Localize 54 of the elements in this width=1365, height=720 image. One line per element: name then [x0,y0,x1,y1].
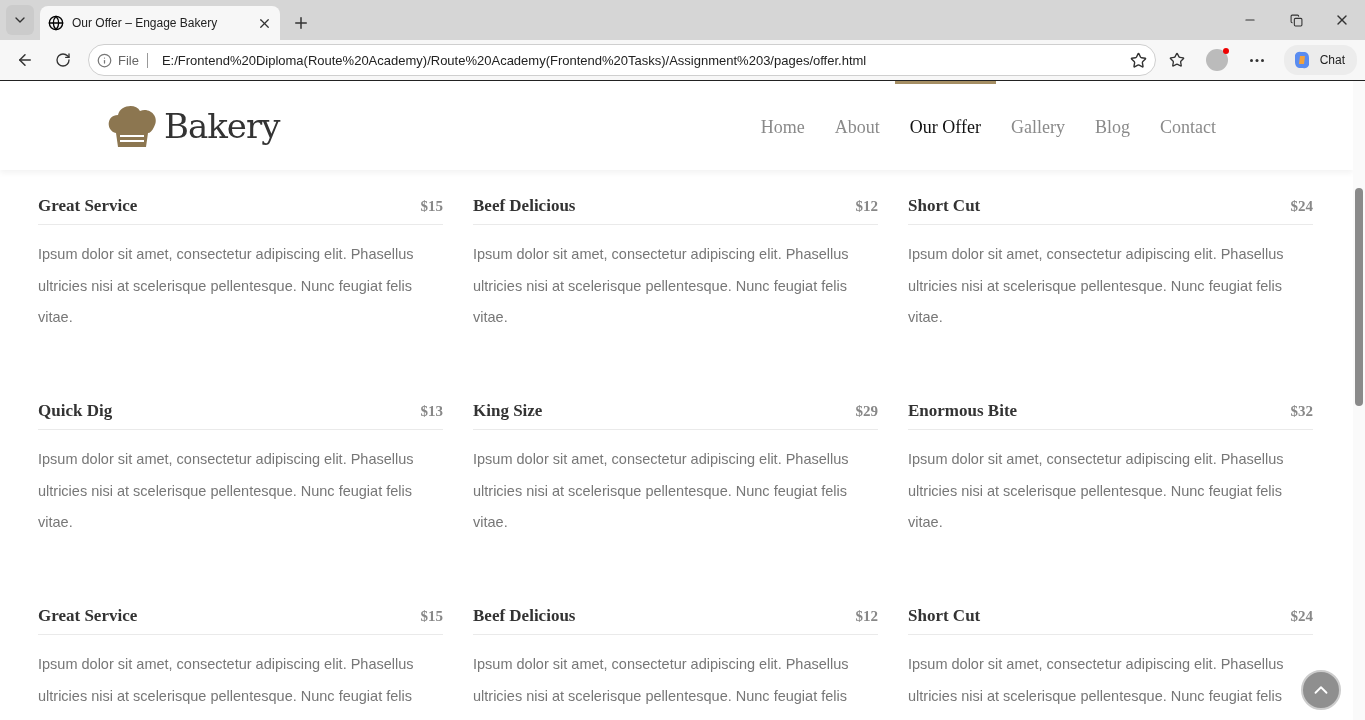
browser-tab[interactable]: Our Offer – Engage Bakery [40,6,280,40]
scrollbar-thumb[interactable] [1355,188,1363,406]
offer-title: Enormous Bite [908,401,1018,421]
offer-description: Ipsum dolor sit amet, consectetur adipiscing elit. Phasellus ultricies nisi at scelerisque pellentesque. Nunc feugiat felis vitae. [473,450,850,532]
offer-description: Ipsum dolor sit amet, consectetur adipiscing elit. Phasellus ultricies nisi at scelerisque pellentesque. Nunc feugiat felis vitae. [38,245,415,327]
nav-link[interactable]: Gallery [996,81,1080,170]
offer-price: $12 [855,197,878,215]
tab-list-button[interactable] [6,5,34,35]
offer-price: $24 [1290,607,1313,625]
logo-text: Bakery [164,105,280,146]
offer-title: Quick Dig [38,401,113,421]
nav-link[interactable]: Our Offer [894,81,996,170]
offer-title: Short Cut [908,196,981,216]
offer-title: King Size [473,401,543,421]
reload-icon [55,52,71,68]
offer-description: Ipsum dolor sit amet, consectetur adipiscing elit. Phasellus ultricies nisi at scelerisque pellentesque. Nunc feugiat felis vitae. [908,450,1285,532]
offer-description: Ipsum dolor sit amet, consectetur adipiscing elit. Phasellus ultricies nisi at scelerisque pellentesque. Nunc feugiat felis vitae. [908,245,1285,327]
more-icon [1249,58,1264,62]
chat-button[interactable]: Chat [1283,45,1357,75]
address-bar[interactable]: File E:/Frontend%20Diploma(Route%20Academy)/Route%20Academy(Frontend%20Tasks)/Assignment%203/pages/offer.html [88,44,1156,76]
nav-link[interactable]: Home [745,81,820,170]
offer-title: Great Service [38,196,138,216]
star-icon [1129,51,1147,69]
offer-description: Ipsum dolor sit amet, consectetur adipiscing elit. Phasellus ultricies nisi at scelerisque pellentesque. Nunc feugiat felis [473,655,850,706]
offer-description: Ipsum dolor sit amet, consectetur adipiscing elit. Phasellus ultricies nisi at scelerisque pellentesque. Nunc feugiat felis vitae. [473,245,850,327]
restore-icon [1289,13,1303,27]
url-text: E:/Frontend%20Diploma(Route%20Academy)/Route%20Academy(Frontend%20Tasks)/Assignment%203/pages/offer.html [161,52,868,68]
back-to-top-button[interactable] [1301,670,1341,710]
plus-icon [292,14,310,32]
nav-link[interactable]: Contact [1145,81,1231,170]
nav-link[interactable]: Blog [1080,81,1145,170]
offer-title: Short Cut [908,606,981,626]
favorite-star-button[interactable] [1129,51,1147,69]
offer-price: $13 [420,402,443,420]
offer-description: Ipsum dolor sit amet, consectetur adipiscing elit. Phasellus ultricies nisi at scelerisque pellentesque. Nunc feugiat felis vitae. [38,450,415,532]
offer-price: $15 [420,607,443,625]
offer-price: $32 [1290,402,1313,420]
star-icon [1168,52,1185,68]
tab-title: Our Offer – Engage Bakery [72,16,219,30]
globe-icon [48,15,64,31]
offer-description: Ipsum dolor sit amet, consectetur adipiscing elit. Phasellus ultricies nisi at scelerisque pellentesque. Nunc feugiat felis [38,655,415,706]
offer-description: Ipsum dolor sit amet, consectetur adipiscing elit. Phasellus ultricies nisi at scelerisque pellentesque. Nunc feugiat felis [908,655,1285,706]
file-label: File [118,52,148,68]
offer-price: $29 [855,402,878,420]
offer-price: $24 [1290,197,1313,215]
offer-title: Beef Delicious [473,606,576,626]
info-icon [97,52,112,68]
profile-avatar[interactable] [1205,49,1228,71]
scrollbar[interactable] [1353,81,1365,720]
nav-link[interactable]: About [819,81,895,170]
offer-price: $12 [855,607,878,625]
offer-title: Great Service [38,606,138,626]
offer-title: Beef Delicious [473,196,576,216]
offer-price: $15 [420,197,443,215]
